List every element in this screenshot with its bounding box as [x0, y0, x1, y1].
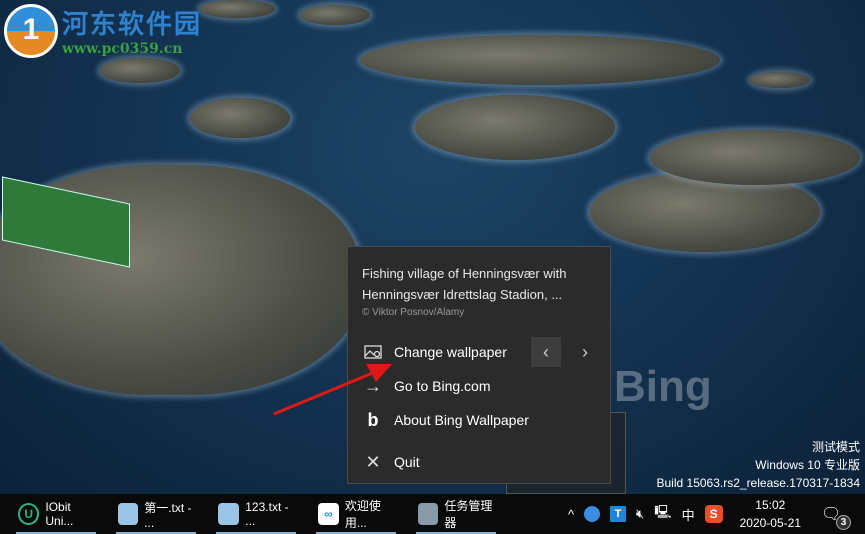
chevron-left-icon: ‹ [543, 341, 549, 362]
clock[interactable]: 15:02 2020-05-21 [740, 496, 801, 532]
previous-wallpaper-button[interactable]: ‹ [531, 337, 561, 367]
island [750, 72, 810, 88]
system-tray: ^ T 🔇︎ 🖳︎ 中 S 15:02 2020-05-21 🗨︎ 3 [563, 494, 865, 534]
task-manager-icon [418, 503, 439, 525]
island [300, 5, 370, 25]
bing-ghost-text: Bing [614, 362, 712, 411]
clock-time: 15:02 [755, 498, 786, 512]
taskbar-app-label: 任务管理器 [444, 499, 493, 530]
sogou-ime-icon[interactable]: S [704, 505, 723, 523]
arrow-right-icon: → [364, 375, 382, 396]
quit-item[interactable]: ✕ Quit [348, 447, 610, 477]
taskbar-app-label: 第一.txt - ... [144, 500, 192, 530]
island [100, 58, 180, 83]
chevron-right-icon: › [582, 341, 588, 362]
taskbar: U IObit Uni... 第一.txt - ... 123.txt - ...… [0, 494, 865, 534]
taskbar-app-notepad-2[interactable]: 123.txt - ... [200, 494, 300, 534]
iobit-icon: U [18, 503, 40, 525]
show-hidden-icons-chevron-up-icon[interactable]: ^ [568, 507, 574, 522]
about-bing-wallpaper-item[interactable]: b About Bing Wallpaper [348, 405, 610, 435]
island [415, 95, 615, 160]
island [650, 130, 860, 185]
windows-edition-label: Windows 10 专业版 [755, 458, 860, 472]
island [360, 35, 720, 85]
next-wallpaper-button[interactable]: › [570, 337, 600, 367]
taskbar-app-baidu-netdisk[interactable]: ∞ 欢迎使用... [300, 494, 400, 534]
clock-date: 2020-05-21 [739, 516, 801, 530]
change-wallpaper-item[interactable]: Change wallpaper [348, 337, 528, 367]
taskbar-app-label: 欢迎使用... [344, 499, 381, 530]
watermark-title: 河东软件园 [62, 10, 203, 40]
watermark-logo-icon: 1 [4, 4, 58, 58]
volume-muted-icon[interactable]: 🔇︎ [636, 506, 644, 522]
input-method-indicator[interactable]: 中 [682, 505, 695, 524]
island [590, 172, 820, 252]
notification-count-badge: 3 [836, 515, 851, 530]
action-center-button[interactable]: 🗨︎ 3 [821, 504, 851, 530]
image-icon [362, 341, 384, 363]
taskbar-app-notepad-1[interactable]: 第一.txt - ... [100, 494, 200, 534]
watermark: 1 河东软件园 www.pc0359.cn [4, 4, 202, 58]
taskbar-app-iobit[interactable]: U IObit Uni... [0, 494, 100, 534]
taskbar-app-label: IObit Uni... [45, 500, 74, 528]
network-icon[interactable]: 🖳︎ [654, 503, 671, 525]
bing-wallpaper-menu: Fishing village of Henningsvær with Henn… [347, 246, 611, 484]
t-app-icon[interactable]: T [610, 506, 627, 522]
taskbar-app-label: 123.txt - ... [245, 500, 289, 528]
baidu-netdisk-icon: ∞ [318, 503, 339, 525]
go-to-bing-item[interactable]: → Go to Bing.com [348, 371, 610, 401]
taskbar-app-task-manager[interactable]: 任务管理器 [400, 494, 500, 534]
watermark-url: www.pc0359.cn [62, 41, 183, 57]
menu-item-label: Change wallpaper [394, 344, 507, 360]
tray-app-icon[interactable] [584, 506, 601, 522]
notepad-icon [118, 503, 139, 525]
menu-item-label: Go to Bing.com [394, 378, 491, 394]
island [190, 98, 290, 138]
island [200, 0, 275, 18]
system-info: 测试模式 Windows 10 专业版 Build 15063.rs2_rele… [657, 438, 861, 492]
close-icon: ✕ [365, 451, 381, 472]
test-mode-label: 测试模式 [811, 440, 860, 454]
bing-logo-icon: b [367, 409, 379, 430]
menu-item-label: About Bing Wallpaper [394, 412, 529, 428]
build-label: Build 15063.rs2_release.170317-1834 [656, 476, 861, 490]
wallpaper-credit: © Viktor Posnov/Alamy [362, 307, 465, 318]
menu-item-label: Quit [394, 454, 420, 470]
notepad-icon [218, 503, 240, 525]
wallpaper-caption[interactable]: Fishing village of Henningsvær with Henn… [362, 263, 602, 305]
